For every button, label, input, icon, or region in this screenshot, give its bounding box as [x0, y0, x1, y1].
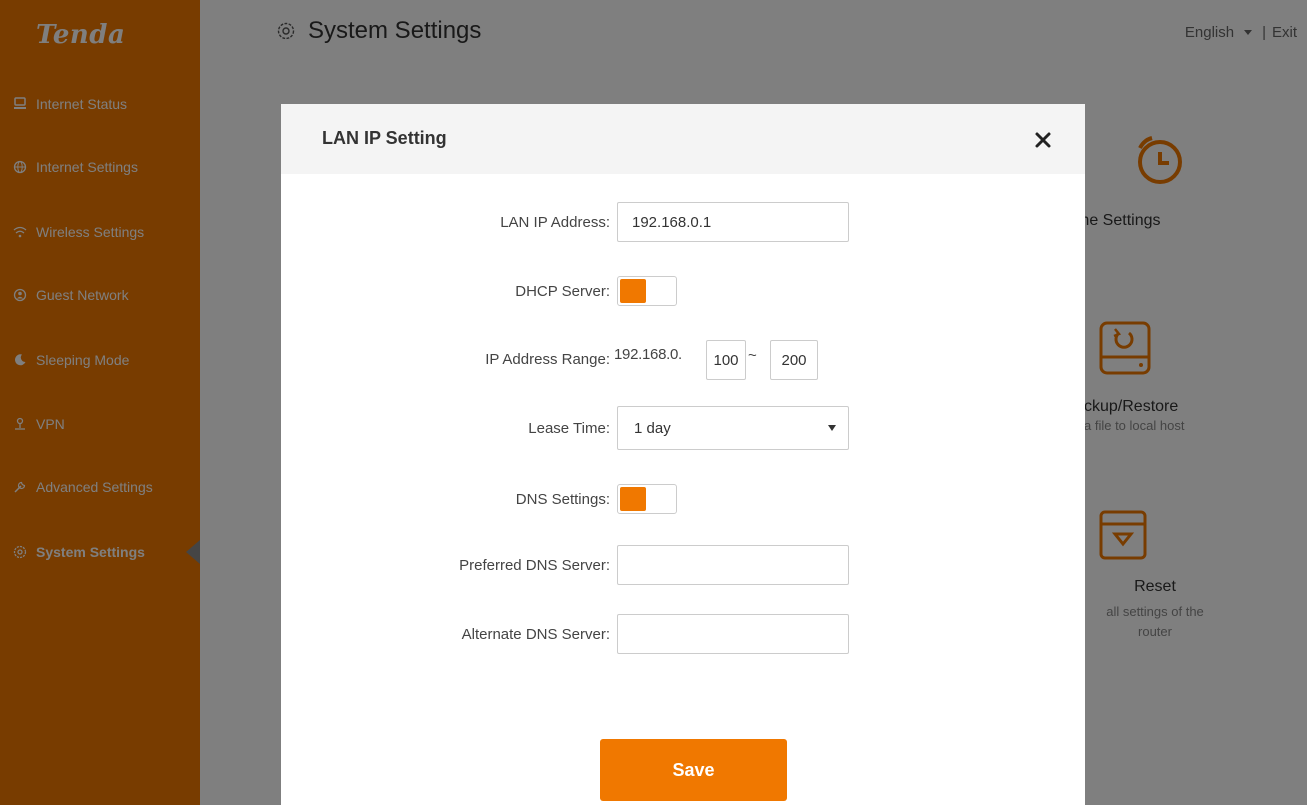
lease-time-value: 1 day	[634, 419, 671, 437]
toggle-on-indicator	[620, 279, 646, 303]
preferred-dns-label: Preferred DNS Server:	[459, 557, 610, 574]
dialog-header: LAN IP Setting	[281, 104, 1085, 174]
dhcp-server-label: DHCP Server:	[515, 283, 610, 300]
ip-range-start-input[interactable]	[706, 340, 746, 380]
chevron-down-icon	[828, 425, 836, 431]
dns-settings-label: DNS Settings:	[515, 491, 610, 508]
lan-ip-setting-dialog: LAN IP Setting LAN IP Address: DHCP Serv…	[281, 104, 1085, 805]
close-icon[interactable]	[1031, 128, 1055, 152]
dhcp-server-toggle[interactable]	[617, 276, 677, 306]
lan-ip-label: LAN IP Address:	[500, 214, 610, 231]
ip-range-label: IP Address Range:	[485, 351, 610, 368]
alternate-dns-label: Alternate DNS Server:	[461, 626, 610, 643]
preferred-dns-input[interactable]	[617, 545, 849, 585]
lan-ip-input[interactable]	[617, 202, 849, 242]
dialog-title: LAN IP Setting	[322, 128, 447, 148]
lease-time-select[interactable]: 1 day	[617, 406, 849, 450]
ip-range-separator: ~	[748, 347, 757, 364]
ip-range-prefix: 192.168.0.	[614, 346, 682, 363]
toggle-on-indicator	[620, 487, 646, 511]
ip-range-end-input[interactable]	[770, 340, 818, 380]
save-button[interactable]: Save	[600, 739, 787, 801]
dns-settings-toggle[interactable]	[617, 484, 677, 514]
alternate-dns-input[interactable]	[617, 614, 849, 654]
lease-time-label: Lease Time:	[528, 420, 610, 437]
